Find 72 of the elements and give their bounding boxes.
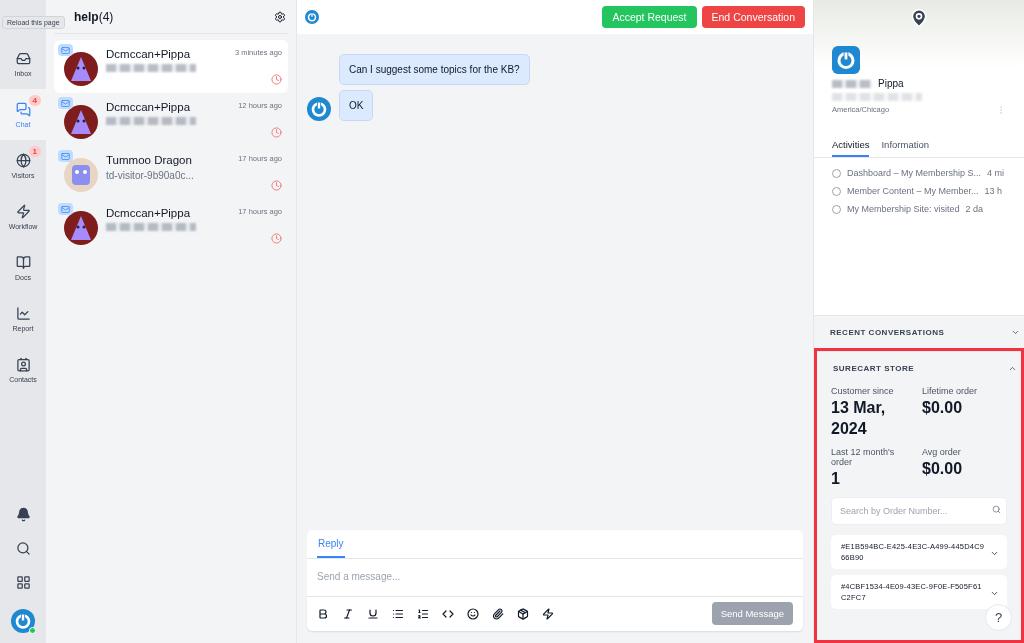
lightning-icon bbox=[15, 203, 31, 219]
globe-icon bbox=[15, 152, 31, 168]
activity-time: 2 da bbox=[965, 204, 984, 214]
contact-name: Pippa bbox=[878, 78, 904, 89]
chevron-down-icon bbox=[1011, 328, 1020, 337]
chat-bubbles-icon bbox=[15, 101, 31, 117]
help-button[interactable]: ? bbox=[985, 604, 1012, 631]
agent-avatar-icon bbox=[307, 97, 331, 121]
underline-button[interactable] bbox=[367, 607, 379, 620]
stat-label: Lifetime order bbox=[922, 386, 979, 396]
stat-value: $0.00 bbox=[922, 398, 964, 418]
book-icon bbox=[15, 254, 31, 270]
contact-name: Dcmccan+Pippa bbox=[106, 101, 192, 113]
contact-name: Dcmccan+Pippa bbox=[106, 207, 192, 219]
wizard-avatar bbox=[64, 52, 98, 86]
bold-button[interactable] bbox=[317, 607, 329, 620]
activity-title: Member Content – My Member... bbox=[847, 186, 979, 196]
count-badge: 1 bbox=[28, 146, 41, 157]
lightning-button[interactable] bbox=[542, 607, 554, 620]
profile-tab[interactable]: Activities bbox=[832, 135, 870, 157]
settings-icon[interactable] bbox=[274, 10, 286, 23]
logo-icon bbox=[11, 609, 35, 633]
chevron-up-icon bbox=[1008, 364, 1017, 373]
stat-label: Avg order bbox=[922, 446, 962, 457]
logo-icon bbox=[305, 10, 319, 24]
stat-label: Last 12 month's order bbox=[831, 446, 896, 467]
end-conversation-button[interactable]: End Conversation bbox=[701, 6, 805, 28]
clock-icon bbox=[271, 127, 282, 138]
bell-icon bbox=[15, 506, 31, 522]
mail-icon bbox=[58, 44, 73, 56]
contact-name: Tummoo Dragon bbox=[106, 154, 193, 166]
wizard-avatar bbox=[64, 105, 98, 139]
activity-time: 13 h bbox=[984, 186, 1003, 196]
message-preview: td-visitor-9b90a0c... bbox=[106, 170, 195, 181]
stat-value: 1 bbox=[831, 468, 841, 489]
line-chart-icon bbox=[15, 305, 31, 321]
clock-icon bbox=[271, 74, 282, 85]
mail-icon bbox=[58, 97, 73, 109]
activity-title: Dashboard – My Membership S... bbox=[847, 168, 982, 178]
search-icon bbox=[992, 505, 1001, 515]
map-pin-icon bbox=[909, 8, 929, 28]
wizard-avatar bbox=[64, 211, 98, 245]
profile-tab[interactable]: Information bbox=[881, 135, 929, 157]
message-bubble: OK bbox=[339, 90, 374, 121]
emoji-button[interactable] bbox=[467, 607, 479, 620]
order-search-field[interactable]: Search by Order Number... bbox=[831, 497, 1007, 526]
contact-name: Dcmccan+Pippa bbox=[106, 48, 192, 60]
numbered-list-button[interactable] bbox=[417, 607, 429, 620]
bulleted-list-button[interactable] bbox=[392, 607, 404, 620]
blurred-name bbox=[832, 79, 872, 88]
clock-icon bbox=[271, 233, 282, 244]
grid-icon bbox=[15, 574, 31, 590]
stat-value: 13 Mar, 2024 bbox=[831, 398, 887, 439]
stat-value: $0.00 bbox=[922, 458, 964, 479]
inbox-title: help(4) bbox=[74, 9, 114, 24]
attachment-button[interactable] bbox=[492, 607, 504, 620]
activity-title: My Membership Site: visited bbox=[847, 204, 960, 214]
message-input[interactable]: Send a message... bbox=[307, 559, 803, 597]
mail-icon bbox=[58, 150, 73, 162]
stat-label: Customer since bbox=[831, 386, 895, 396]
activity-time: 4 mi bbox=[987, 168, 1005, 178]
package-button[interactable] bbox=[517, 607, 529, 620]
profile-logo-icon bbox=[832, 46, 860, 74]
count-badge: 4 bbox=[28, 95, 41, 106]
clock-icon bbox=[271, 180, 282, 191]
message-bubble: Can I suggest some topics for the KB? bbox=[339, 54, 530, 85]
search-icon bbox=[15, 540, 31, 556]
italic-button[interactable] bbox=[342, 607, 354, 620]
contact-card-icon bbox=[15, 356, 31, 372]
mail-icon bbox=[58, 203, 73, 215]
inbox-icon bbox=[15, 50, 31, 66]
robot-avatar bbox=[64, 158, 98, 192]
